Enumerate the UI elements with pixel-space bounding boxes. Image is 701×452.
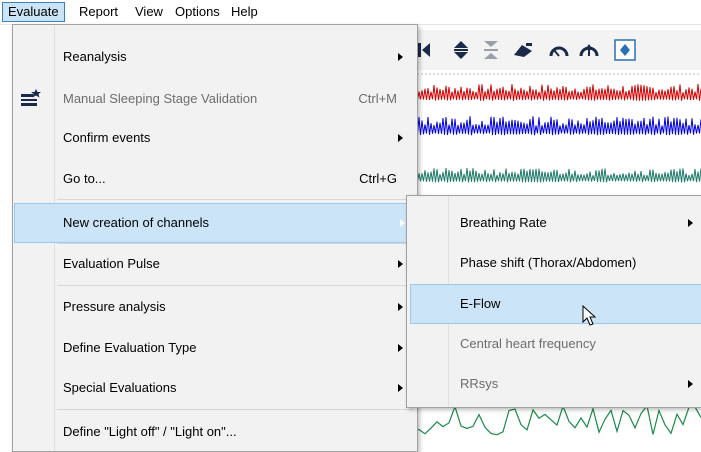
gauge-up-icon[interactable] <box>577 38 601 62</box>
submenu-arrow-icon <box>398 344 403 352</box>
menu-item-confirm-events[interactable]: Confirm events <box>15 119 413 157</box>
submenu-item-label: Phase shift (Thorax/Abdomen) <box>460 255 637 270</box>
menu-item-pressure-analysis[interactable]: Pressure analysis <box>15 288 413 326</box>
menu-item-label: Pressure analysis <box>63 299 166 314</box>
submenu-arrow-icon <box>398 53 403 61</box>
menu-separator <box>57 409 413 410</box>
menu-item-label: Special Evaluations <box>63 380 177 395</box>
submenu-arrow-icon <box>398 384 403 392</box>
menu-item-define-evaluation-type[interactable]: Define Evaluation Type <box>15 329 413 367</box>
evaluate-menu: Reanalysis Manual Sleeping Stage Validat… <box>12 24 418 452</box>
submenu-arrow-icon <box>398 260 403 268</box>
menu-bar: Evaluate Report View Options Help <box>0 0 701 25</box>
menu-view[interactable]: View <box>129 3 169 20</box>
submenu-item-rrsys[interactable]: RRsys <box>409 365 697 403</box>
submenu-item-central-heart-frequency[interactable]: Central heart frequency <box>409 325 697 363</box>
submenu-item-label: E-Flow <box>460 296 501 311</box>
submenu-item-label: Central heart frequency <box>460 336 596 351</box>
network-icon[interactable] <box>613 38 637 62</box>
expand-vertical-icon[interactable] <box>449 38 473 62</box>
menu-item-special-evaluations[interactable]: Special Evaluations <box>15 369 413 407</box>
menu-item-reanalysis[interactable]: Reanalysis <box>15 38 413 76</box>
toolbar <box>413 30 701 71</box>
submenu-item-label: Breathing Rate <box>460 215 547 230</box>
submenu-arrow-icon <box>398 303 403 311</box>
channels-submenu: Breathing Rate Phase shift (Thorax/Abdom… <box>406 195 701 408</box>
compress-vertical-icon[interactable] <box>479 38 503 62</box>
submenu-arrow-icon <box>688 380 693 388</box>
satellite-icon[interactable] <box>511 38 535 62</box>
menu-separator <box>57 285 413 286</box>
menu-separator <box>57 199 413 200</box>
submenu-item-e-flow[interactable]: E-Flow <box>410 284 701 324</box>
menu-item-label: Define "Light off" / "Light on"... <box>63 424 237 439</box>
menu-item-shortcut: Ctrl+G <box>359 171 397 186</box>
menu-item-define-light-off-on[interactable]: Define "Light off" / "Light on"... <box>15 413 413 451</box>
mouse-pointer-icon <box>582 304 598 327</box>
menu-item-manual-sleeping-stage-validation[interactable]: Manual Sleeping Stage Validation Ctrl+M <box>15 80 413 118</box>
menu-item-label: New creation of channels <box>63 215 209 230</box>
menu-item-evaluation-pulse[interactable]: Evaluation Pulse <box>15 245 413 283</box>
menu-separator <box>57 243 413 244</box>
menu-evaluate[interactable]: Evaluate <box>2 2 65 22</box>
submenu-item-breathing-rate[interactable]: Breathing Rate <box>409 204 697 242</box>
submenu-arrow-icon <box>400 219 405 227</box>
stage-validation-icon <box>21 89 43 112</box>
menu-item-label: Go to... <box>63 171 106 186</box>
menu-item-shortcut: Ctrl+M <box>358 91 397 106</box>
submenu-arrow-icon <box>398 134 403 142</box>
menu-item-go-to[interactable]: Go to... Ctrl+G <box>15 160 413 198</box>
menu-item-label: Confirm events <box>63 130 151 145</box>
menu-item-new-creation-of-channels[interactable]: New creation of channels <box>14 203 416 243</box>
submenu-item-phase-shift[interactable]: Phase shift (Thorax/Abdomen) <box>409 244 697 282</box>
menu-options[interactable]: Options <box>169 3 226 20</box>
menu-item-label: Manual Sleeping Stage Validation <box>63 91 258 106</box>
menu-item-label: Define Evaluation Type <box>63 340 197 355</box>
menu-help[interactable]: Help <box>225 3 264 20</box>
menu-item-label: Evaluation Pulse <box>63 256 160 271</box>
submenu-arrow-icon <box>688 219 693 227</box>
menu-item-label: Reanalysis <box>63 49 127 64</box>
gauge-down-icon[interactable] <box>547 38 571 62</box>
submenu-item-label: RRsys <box>460 376 499 391</box>
menu-report[interactable]: Report <box>73 3 124 20</box>
